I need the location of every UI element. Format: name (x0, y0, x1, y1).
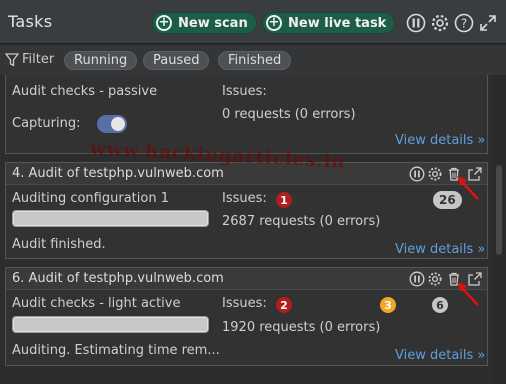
task-title: 6. Audit of testphp.vulnweb.com (12, 271, 224, 286)
page-title: Tasks (8, 12, 53, 31)
gear-icon[interactable] (427, 166, 443, 182)
capturing-toggle[interactable] (97, 115, 127, 133)
task-card-running-top: Audit checks - passive Issues: Capturing… (5, 75, 488, 154)
task-card-header: 6. Audit of testphp.vulnweb.com (6, 268, 487, 290)
task-progress-bar (12, 210, 209, 227)
pause-icon[interactable] (409, 271, 425, 287)
view-details-link[interactable]: View details » (395, 348, 485, 363)
plus-icon: + (266, 15, 282, 31)
pause-all-icon[interactable] (406, 13, 426, 33)
expand-icon[interactable] (478, 13, 498, 33)
filter-icon (5, 53, 19, 67)
requests-count: 2687 requests (0 errors) (222, 214, 381, 229)
filter-chip-finished[interactable]: Finished (218, 51, 292, 70)
plus-icon: + (156, 15, 172, 31)
capturing-label: Capturing: (12, 116, 81, 131)
issue-count-high[interactable]: 1 (276, 192, 292, 208)
filter-chip-running[interactable]: Running (64, 51, 138, 70)
new-scan-button[interactable]: + New scan (152, 12, 257, 34)
toggle-knob (111, 117, 125, 131)
task-list[interactable]: Audit checks - passive Issues: Capturing… (0, 75, 506, 384)
help-icon[interactable]: ? (454, 13, 474, 33)
issue-count-medium[interactable]: 3 (380, 297, 396, 313)
new-live-task-button[interactable]: + New live task (262, 12, 396, 34)
gear-icon[interactable] (427, 271, 443, 287)
filter-chip-paused[interactable]: Paused (143, 51, 210, 70)
settings-gear-icon[interactable] (430, 13, 450, 33)
task-state-text: Audit finished. (12, 237, 106, 252)
task-status: Audit checks - light active (12, 296, 181, 311)
requests-count: 0 requests (0 errors) (222, 107, 356, 122)
view-details-link[interactable]: View details » (395, 133, 485, 148)
task-state-text: Auditing. Estimating time rem... (12, 343, 220, 358)
issue-count-info[interactable]: 6 (432, 297, 448, 313)
tasks-header: Tasks + New scan + New live task ? (0, 0, 506, 44)
task-title: 4. Audit of testphp.vulnweb.com (12, 166, 224, 181)
task-status: Audit checks - passive (12, 84, 158, 99)
view-details-link[interactable]: View details » (395, 242, 485, 257)
annotation-arrow-icon (457, 176, 479, 200)
filter-label: Filter (22, 52, 55, 67)
issue-count-high[interactable]: 2 (276, 297, 292, 313)
issues-label: Issues: (222, 191, 267, 206)
svg-text:?: ? (461, 17, 467, 31)
task-card-6: 6. Audit of testphp.vulnweb.com Audit ch… (5, 267, 488, 366)
scrollbar-thumb[interactable] (496, 165, 502, 255)
filter-bar: Filter Running Paused Finished (0, 45, 506, 75)
new-live-task-label: New live task (288, 15, 387, 31)
task-progress-bar (12, 316, 209, 333)
issues-label: Issues: (222, 84, 267, 99)
new-scan-label: New scan (178, 15, 248, 31)
annotation-arrow-icon (457, 282, 479, 306)
task-status: Auditing configuration 1 (12, 191, 169, 206)
task-card-4: 4. Audit of testphp.vulnweb.com Auditing… (5, 162, 488, 259)
requests-count: 1920 requests (0 errors) (222, 320, 381, 335)
issues-label: Issues: (222, 296, 267, 311)
